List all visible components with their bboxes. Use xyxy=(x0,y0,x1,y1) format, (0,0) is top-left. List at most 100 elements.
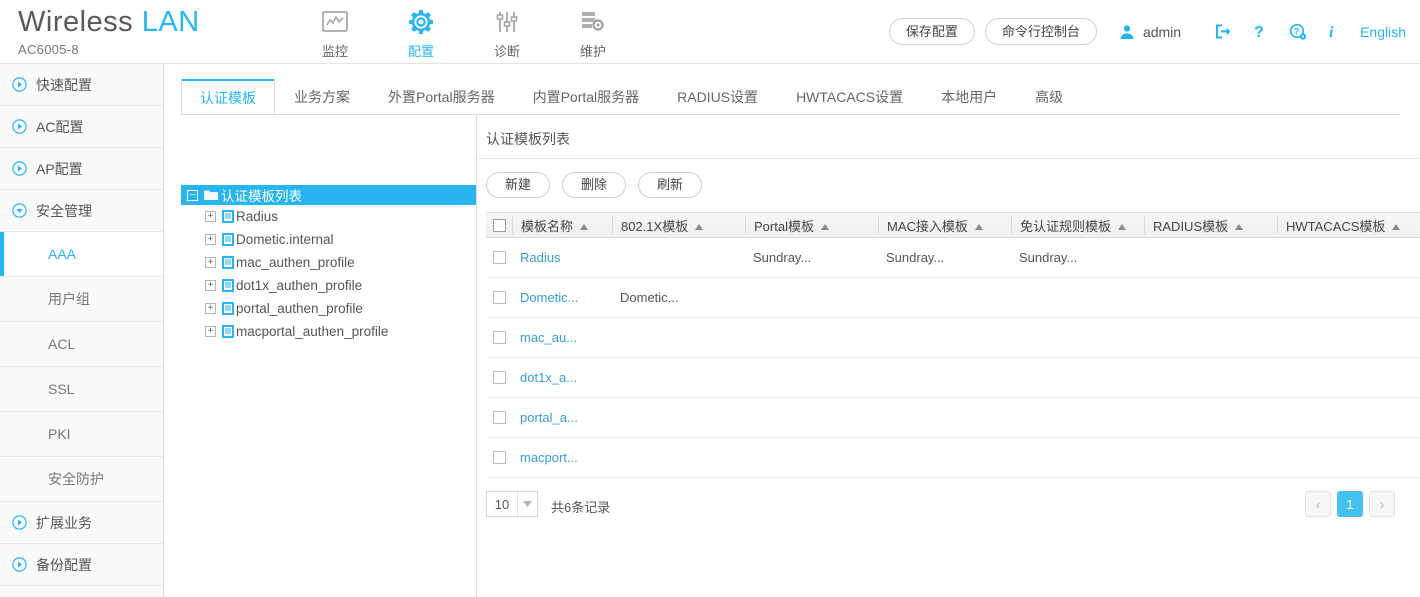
collapse-toggle-icon[interactable]: – xyxy=(187,189,198,201)
tree-node[interactable]: + Radius xyxy=(181,205,476,228)
row-checkbox[interactable] xyxy=(492,451,506,464)
expand-toggle-icon[interactable]: + xyxy=(205,280,216,291)
tab-label: 本地用户 xyxy=(941,89,998,105)
sidebar-item-pki[interactable]: PKI xyxy=(0,412,163,457)
templates-table: 模板名称 802.1X模板 Portal模板 MAC接入模板 免认证规则模板 R… xyxy=(486,212,1420,478)
table-row[interactable]: Dometic... Dometic... xyxy=(486,278,1420,318)
sidebar-item-acl[interactable]: ACL xyxy=(0,322,163,367)
next-page-button[interactable]: › xyxy=(1369,491,1395,517)
sidebar-item-ac-config[interactable]: AC配置 xyxy=(0,106,163,148)
tree-root-node[interactable]: – 认证模板列表 xyxy=(181,185,476,205)
row-select-cell xyxy=(486,371,512,384)
cell-template-name[interactable]: Radius xyxy=(512,250,612,265)
row-checkbox[interactable] xyxy=(492,411,506,424)
tab-external-portal-server[interactable]: 外置Portal服务器 xyxy=(369,79,514,114)
sidebar-item-ssl[interactable]: SSL xyxy=(0,367,163,412)
expand-toggle-icon[interactable]: + xyxy=(205,211,216,222)
cell-template-name[interactable]: portal_a... xyxy=(512,410,612,425)
tree-node[interactable]: + dot1x_authen_profile xyxy=(181,274,476,297)
sidebar-item-label: ACL xyxy=(48,336,76,352)
sidebar-item-security-protection[interactable]: 安全防护 xyxy=(0,457,163,502)
tree-node[interactable]: + mac_authen_profile xyxy=(181,251,476,274)
page-size-select[interactable]: 10 xyxy=(486,491,538,517)
sidebar-item-label: AP配置 xyxy=(36,160,83,177)
sidebar-item-aaa[interactable]: AAA xyxy=(0,232,163,277)
help-icon[interactable]: ? xyxy=(1253,23,1267,41)
tree-node[interactable]: + Dometic.internal xyxy=(181,228,476,251)
column-label: 802.1X模板 xyxy=(621,218,689,234)
column-header-radius-template[interactable]: RADIUS模板 xyxy=(1144,216,1277,234)
question-gear-icon[interactable]: ? xyxy=(1289,23,1307,41)
table-row[interactable]: portal_a... xyxy=(486,398,1420,438)
page-number-button[interactable]: 1 xyxy=(1337,491,1363,517)
sidebar-item-ap-config[interactable]: AP配置 xyxy=(0,148,163,190)
table-row[interactable]: Radius Sundray... Sundray... Sundray... xyxy=(486,238,1420,278)
save-config-button[interactable]: 保存配置 xyxy=(888,18,975,45)
cell-template-name[interactable]: Dometic... xyxy=(512,290,612,305)
refresh-button[interactable]: 刷新 xyxy=(638,172,703,198)
sort-asc-icon xyxy=(1392,218,1401,233)
column-header-portal-template[interactable]: Portal模板 xyxy=(745,216,878,234)
row-checkbox[interactable] xyxy=(492,251,506,264)
delete-button[interactable]: 删除 xyxy=(562,172,627,198)
sort-asc-icon xyxy=(1118,218,1127,233)
expand-toggle-icon[interactable]: + xyxy=(205,234,216,245)
table-header-row: 模板名称 802.1X模板 Portal模板 MAC接入模板 免认证规则模板 R… xyxy=(486,212,1420,238)
top-nav-item-diagnose[interactable]: 诊断 xyxy=(464,5,550,60)
brand-accent-text: LAN xyxy=(141,6,200,38)
column-label: MAC接入模板 xyxy=(887,218,968,234)
top-nav-item-maintenance[interactable]: 维护 xyxy=(550,5,636,60)
row-checkbox[interactable] xyxy=(492,291,506,304)
column-label: Portal模板 xyxy=(754,218,814,234)
column-header-free-auth-rule-template[interactable]: 免认证规则模板 xyxy=(1011,216,1144,234)
expand-toggle-icon[interactable]: + xyxy=(205,326,216,337)
sidebar-item-label: 用户组 xyxy=(48,291,90,307)
column-header-hwtacacs-template[interactable]: HWTACACS模板 xyxy=(1277,216,1420,234)
top-nav-item-config[interactable]: 配置 xyxy=(378,5,464,60)
expand-toggle-icon[interactable]: + xyxy=(205,303,216,314)
tab-internal-portal-server[interactable]: 内置Portal服务器 xyxy=(514,79,659,114)
create-button[interactable]: 新建 xyxy=(486,172,551,198)
table-row[interactable]: mac_au... xyxy=(486,318,1420,358)
sort-asc-icon xyxy=(974,218,983,233)
content-area: 认证模板 业务方案 外置Portal服务器 内置Portal服务器 RADIUS… xyxy=(164,64,1420,597)
table-row[interactable]: macport... xyxy=(486,438,1420,478)
logout-icon[interactable] xyxy=(1214,23,1231,40)
row-checkbox[interactable] xyxy=(492,371,506,384)
column-header-template-name[interactable]: 模板名称 xyxy=(512,216,612,234)
sidebar-item-security-management[interactable]: 安全管理 xyxy=(0,190,163,232)
tab-label: 外置Portal服务器 xyxy=(388,89,495,105)
cli-console-button[interactable]: 命令行控制台 xyxy=(984,18,1097,45)
info-icon[interactable]: i xyxy=(1329,23,1339,41)
column-header-dot1x-template[interactable]: 802.1X模板 xyxy=(612,216,745,234)
column-header-mac-access-template[interactable]: MAC接入模板 xyxy=(878,216,1011,234)
maintenance-icon xyxy=(550,7,636,37)
cell-template-name[interactable]: mac_au... xyxy=(512,330,612,345)
sidebar-item-extended-service[interactable]: 扩展业务 xyxy=(0,502,163,544)
toolbar: 新建 删除 刷新 xyxy=(486,172,714,198)
tab-local-user[interactable]: 本地用户 xyxy=(922,79,1016,114)
tab-advanced[interactable]: 高级 xyxy=(1016,79,1082,114)
prev-page-button[interactable]: ‹ xyxy=(1305,491,1331,517)
table-row[interactable]: dot1x_a... xyxy=(486,358,1420,398)
tree-node[interactable]: + portal_authen_profile xyxy=(181,297,476,320)
tree-node[interactable]: + macportal_authen_profile xyxy=(181,320,476,343)
cell-template-name[interactable]: macport... xyxy=(512,450,612,465)
sidebar: 快速配置 AC配置 AP配置 安全管理 AAA 用户组 ACL SSL PKI … xyxy=(0,64,164,597)
cell-template-name[interactable]: dot1x_a... xyxy=(512,370,612,385)
tree-node-label: dot1x_authen_profile xyxy=(236,278,363,293)
select-all-checkbox[interactable] xyxy=(492,218,506,232)
tree-node-label: portal_authen_profile xyxy=(236,301,363,316)
sidebar-item-backup-config[interactable]: 备份配置 xyxy=(0,544,163,586)
sidebar-item-quick-config[interactable]: 快速配置 xyxy=(0,64,163,106)
sidebar-item-user-group[interactable]: 用户组 xyxy=(0,277,163,322)
tab-radius-settings[interactable]: RADIUS设置 xyxy=(658,79,777,114)
row-checkbox[interactable] xyxy=(492,331,506,344)
language-selector[interactable]: English xyxy=(1360,24,1406,40)
page-navigation: ‹ 1 › xyxy=(1299,491,1395,517)
top-nav-item-monitor[interactable]: 监控 xyxy=(292,5,378,60)
tab-hwtacacs-settings[interactable]: HWTACACS设置 xyxy=(777,79,922,114)
tab-service-scheme[interactable]: 业务方案 xyxy=(275,79,369,114)
tab-auth-template[interactable]: 认证模板 xyxy=(181,79,275,114)
expand-toggle-icon[interactable]: + xyxy=(205,257,216,268)
